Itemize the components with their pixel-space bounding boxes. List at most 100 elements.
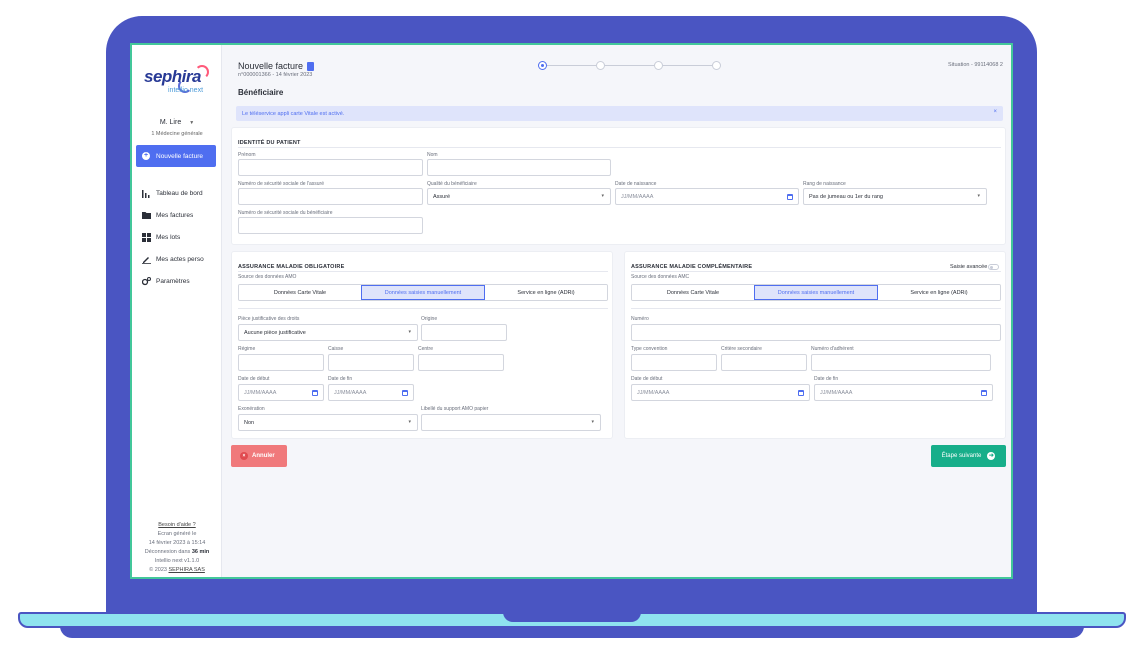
sidebar-footer: Besoin d'aide ? Ecran généré le 14 févri… xyxy=(132,521,222,575)
plus-icon: + xyxy=(142,152,150,160)
copyright: © 2023 SEPHIRA SAS xyxy=(149,567,205,573)
calendar-icon[interactable] xyxy=(312,390,318,396)
rang-select[interactable]: Pas de jumeau ou 1er du rang ▾ xyxy=(803,188,987,205)
gears-icon xyxy=(142,276,151,286)
section-title: Bénéficiaire xyxy=(238,88,284,97)
progress-stepper xyxy=(538,61,721,71)
logout-timer: Déconnexion dans 36 min xyxy=(144,549,210,555)
step-1[interactable] xyxy=(538,61,547,70)
type-convention-input[interactable] xyxy=(631,354,717,371)
chevron-down-icon: ▾ xyxy=(408,419,411,425)
user-menu[interactable]: M. Lire ▼ 1 Médecine générale xyxy=(132,111,222,137)
calendar-icon[interactable] xyxy=(787,194,793,200)
situation-label: Situation - 99114068 2 xyxy=(948,62,1003,68)
option-adri[interactable]: Service en ligne (ADRi) xyxy=(878,285,1000,300)
amo-source-toggle: Données Carte Vitale Données saisies man… xyxy=(238,284,608,301)
advanced-label: Saisie avancée xyxy=(950,264,988,270)
libelle-label: Libellé du support AMO papier xyxy=(421,406,489,412)
sidebar: sephira intellio next M. Lire ▼ 1 Médecin… xyxy=(132,45,222,577)
sidebar-item-label: Tableau de bord xyxy=(156,189,203,197)
step-3[interactable] xyxy=(654,61,663,70)
close-icon: × xyxy=(240,452,248,460)
nss-benef-label: Numéro de sécurité sociale du bénéficiai… xyxy=(238,210,333,216)
card-heading: ASSURANCE MALADIE COMPLÉMENTAIRE xyxy=(631,264,753,270)
logo-text: sephira xyxy=(144,67,201,86)
divider xyxy=(238,308,608,309)
adherent-input[interactable] xyxy=(811,354,991,371)
nom-input[interactable] xyxy=(427,159,611,176)
adherent-label: Numéro d'adhérent xyxy=(811,346,854,352)
naissance-label: Date de naissance xyxy=(615,181,657,187)
info-alert: Le téléservice appli carte Vitale est ac… xyxy=(236,106,1003,121)
nss-input[interactable] xyxy=(238,188,423,205)
sidebar-item-custom-acts[interactable]: Mes actes perso xyxy=(142,253,204,265)
regime-input[interactable] xyxy=(238,354,324,371)
chevron-down-icon: ▾ xyxy=(591,419,594,425)
origine-input[interactable] xyxy=(421,324,507,341)
piece-select[interactable]: Aucune pièce justificative ▾ xyxy=(238,324,418,341)
stepper-line xyxy=(547,65,596,66)
divider xyxy=(238,271,608,272)
sidebar-item-label: Paramètres xyxy=(156,277,190,285)
regime-label: Régime xyxy=(238,346,256,352)
libelle-select[interactable]: ▾ xyxy=(421,414,601,431)
numero-input[interactable] xyxy=(631,324,1001,341)
step-4[interactable] xyxy=(712,61,721,70)
date-fin-input[interactable]: JJ/MM/AAAA xyxy=(328,384,414,401)
critere-input[interactable] xyxy=(721,354,807,371)
card-heading: IDENTITÉ DU PATIENT xyxy=(238,140,301,146)
amc-source-toggle: Données Carte Vitale Données saisies man… xyxy=(631,284,1001,301)
grid-icon xyxy=(142,232,151,242)
sephira-logo[interactable]: sephira intellio next xyxy=(142,63,212,95)
calendar-icon[interactable] xyxy=(981,390,987,396)
date-debut-input[interactable]: JJ/MM/AAAA xyxy=(238,384,324,401)
advanced-toggle[interactable] xyxy=(988,264,999,270)
prenom-input[interactable] xyxy=(238,159,423,176)
amc-date-fin-input[interactable]: JJ/MM/AAAA xyxy=(814,384,993,401)
caisse-label: Caisse xyxy=(328,346,344,352)
user-name: M. Lire xyxy=(159,119,182,126)
sidebar-item-settings[interactable]: Paramètres xyxy=(142,275,190,287)
caisse-input[interactable] xyxy=(328,354,414,371)
calendar-icon[interactable] xyxy=(402,390,408,396)
date-fin-label: Date de fin xyxy=(328,376,353,382)
option-carte-vitale[interactable]: Données Carte Vitale xyxy=(632,285,754,300)
generated-label: Ecran généré le xyxy=(157,531,197,537)
pencil-icon xyxy=(142,255,151,264)
chevron-down-icon: ▾ xyxy=(408,329,411,335)
app-version: Intellio next v1.1.0 xyxy=(154,558,200,564)
help-link[interactable]: Besoin d'aide ? xyxy=(132,521,222,530)
generated-date: 14 février 2023 à 15:14 xyxy=(148,540,206,546)
amc-date-debut-input[interactable]: JJ/MM/AAAA xyxy=(631,384,810,401)
next-step-button[interactable]: Étape suivante ➜ xyxy=(931,445,1006,467)
option-carte-vitale[interactable]: Données Carte Vitale xyxy=(239,285,361,300)
source-label: Source des données AMC xyxy=(631,274,690,280)
arrow-right-icon: ➜ xyxy=(987,452,996,460)
sidebar-item-invoices[interactable]: Mes factures xyxy=(142,209,193,221)
option-manual[interactable]: Données saisies manuellement xyxy=(361,285,485,300)
sidebar-item-batches[interactable]: Mes lots xyxy=(142,231,180,243)
qualite-select[interactable]: Assuré ▾ xyxy=(427,188,611,205)
nss-benef-input[interactable] xyxy=(238,217,423,234)
numero-label: Numéro xyxy=(631,316,649,322)
cancel-button[interactable]: × Annuler xyxy=(231,445,287,467)
option-manual[interactable]: Données saisies manuellement xyxy=(754,285,878,300)
amc-card: ASSURANCE MALADIE COMPLÉMENTAIRE Saisie … xyxy=(624,251,1006,439)
divider xyxy=(631,308,1001,309)
qualite-label: Qualité du bénéficiaire xyxy=(427,181,477,187)
calendar-icon[interactable] xyxy=(798,390,804,396)
critere-label: Critère secondaire xyxy=(721,346,762,352)
close-icon[interactable]: × xyxy=(993,109,997,115)
exoneration-label: Exonération xyxy=(238,406,265,412)
step-2[interactable] xyxy=(596,61,605,70)
alert-text: Le téléservice appli carte Vitale est ac… xyxy=(242,110,345,117)
option-adri[interactable]: Service en ligne (ADRi) xyxy=(485,285,607,300)
piece-label: Pièce justificative des droits xyxy=(238,316,300,322)
document-icon xyxy=(307,61,315,71)
naissance-input[interactable]: JJ/MM/AAAA xyxy=(615,188,799,205)
centre-input[interactable] xyxy=(418,354,504,371)
new-invoice-button[interactable]: + Nouvelle facture xyxy=(136,145,216,167)
company-link[interactable]: SEPHIRA SAS xyxy=(168,567,204,573)
sidebar-item-dashboard[interactable]: Tableau de bord xyxy=(142,187,203,199)
exoneration-select[interactable]: Non ▾ xyxy=(238,414,418,431)
